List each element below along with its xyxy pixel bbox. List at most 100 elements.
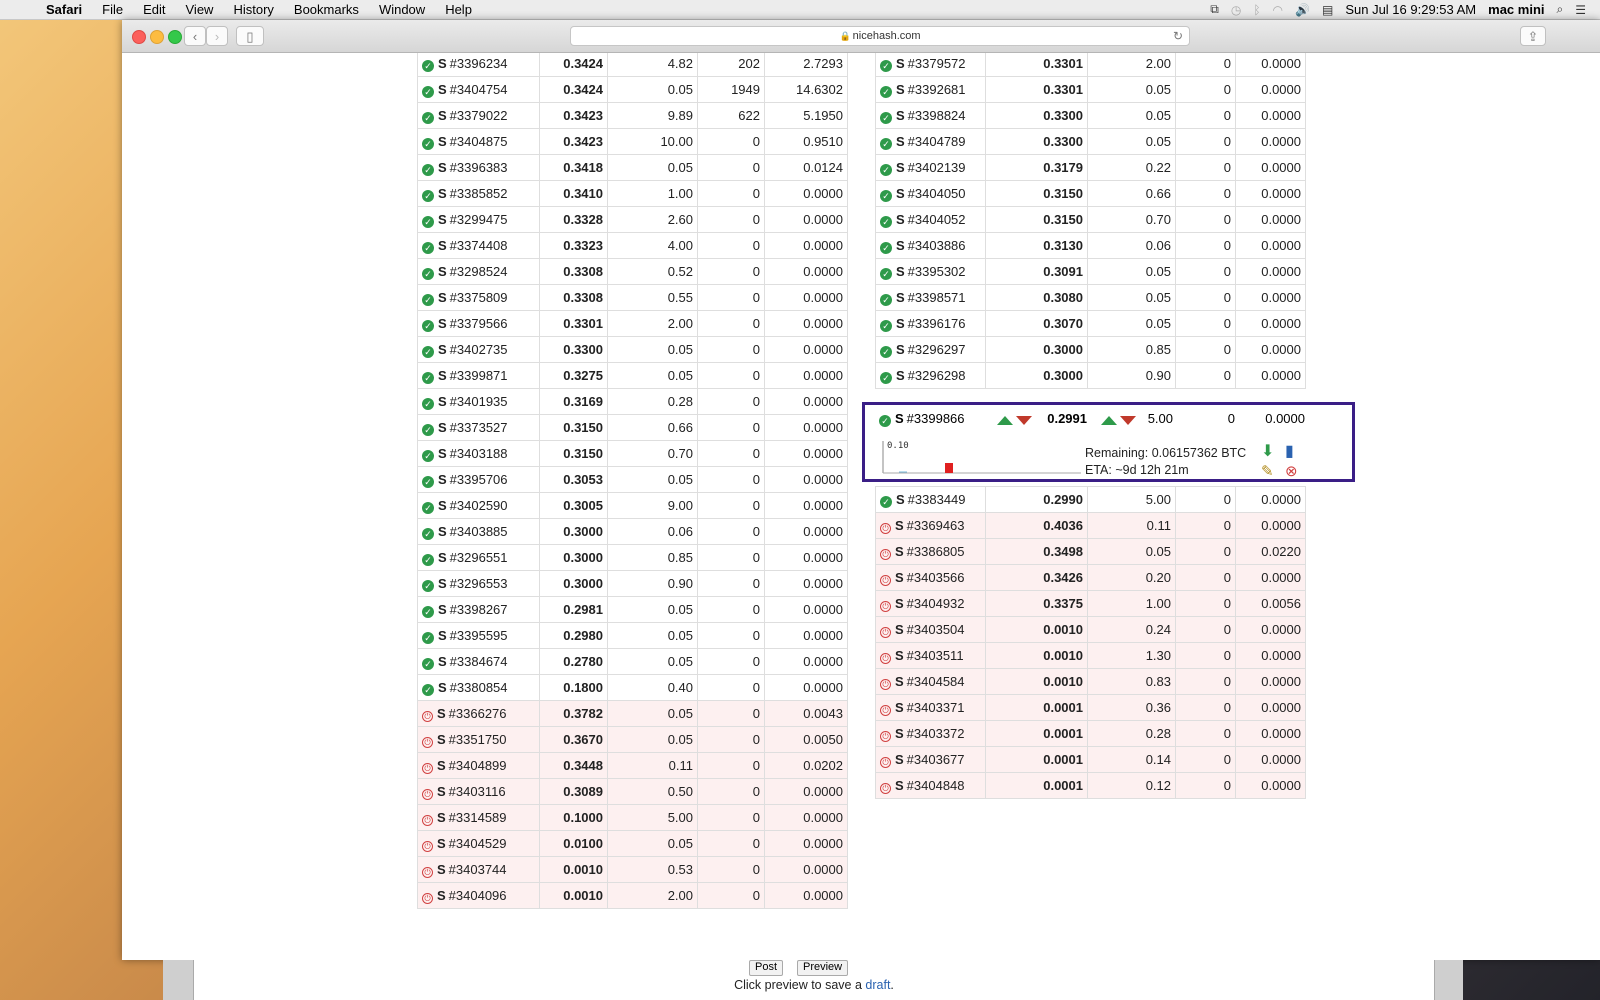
clock[interactable]: Sun Jul 16 9:29:53 AM [1345,2,1476,17]
order-id-cell[interactable]: ⏻ S #3404899 [417,752,540,779]
order-id-cell[interactable]: ✓ S #3404875 [417,128,540,155]
order-row[interactable]: ✓ S #3395595 0.2980 0.05 0 0.0000 [417,622,848,649]
edit-icon[interactable]: ✎ [1261,462,1274,480]
menu-edit[interactable]: Edit [143,2,165,17]
display-icon[interactable]: ⧉ [1210,2,1219,17]
order-id-cell[interactable]: ✓ S #3396234 [417,53,540,77]
order-id-cell[interactable]: ✓ S #3383449 [875,486,986,513]
order-row[interactable]: ✓ S #3402590 0.3005 9.00 0 0.0000 [417,492,848,519]
order-id-cell[interactable]: ✓ S #3395595 [417,622,540,649]
order-row[interactable]: ⏻ S #3404848 0.0001 0.12 0 0.0000 [875,772,1306,799]
order-row[interactable]: ⏻ S #3314589 0.1000 5.00 0 0.0000 [417,804,848,831]
order-row[interactable]: ✓ S #3296297 0.3000 0.85 0 0.0000 [875,336,1306,363]
order-row[interactable]: ⏻ S #3386805 0.3498 0.05 0 0.0220 [875,538,1306,565]
limit-down-icon[interactable] [1120,416,1136,426]
sidebar-button[interactable]: ▯ [236,26,264,46]
price-down-icon[interactable] [1016,416,1032,426]
order-id-cell[interactable]: ⏻ S #3366276 [417,700,540,727]
download-icon[interactable]: ⬇ [1261,441,1274,461]
time-machine-icon[interactable]: ◷ [1231,3,1241,17]
order-row[interactable]: ✓ S #3398824 0.3300 0.05 0 0.0000 [875,102,1306,129]
order-id-cell[interactable]: ⏻ S #3403744 [417,856,540,883]
menu-history[interactable]: History [233,2,273,17]
order-row[interactable]: ⏻ S #3403744 0.0010 0.53 0 0.0000 [417,856,848,883]
order-row[interactable]: ✓ S #3396234 0.3424 4.82 202 2.7293 [417,53,848,77]
order-id-cell[interactable]: ✓ S #3395706 [417,466,540,493]
order-id-cell[interactable]: ✓ S #3403885 [417,518,540,545]
order-row[interactable]: ⏻ S #3403116 0.3089 0.50 0 0.0000 [417,778,848,805]
order-row[interactable]: ✓ S #3379566 0.3301 2.00 0 0.0000 [417,310,848,337]
order-id-cell[interactable]: ✓ S #3296298 [875,362,986,389]
order-id-cell[interactable]: ✓ S #3380854 [417,674,540,701]
menu-file[interactable]: File [102,2,123,17]
order-id-cell[interactable]: ✓ S #3385852 [417,180,540,207]
order-id-cell[interactable]: ✓ S #3392681 [875,76,986,103]
order-row[interactable]: ✓ S #3404875 0.3423 10.00 0 0.9510 [417,128,848,155]
order-row[interactable]: ✓ S #3375809 0.3308 0.55 0 0.0000 [417,284,848,311]
price-up-icon[interactable] [997,416,1013,426]
order-row[interactable]: ⏻ S #3403371 0.0001 0.36 0 0.0000 [875,694,1306,721]
order-row[interactable]: ⏻ S #3404932 0.3375 1.00 0 0.0056 [875,590,1306,617]
order-id-cell[interactable]: ⏻ S #3314589 [417,804,540,831]
bluetooth-icon[interactable]: ᛒ [1253,3,1260,17]
menu-bookmarks[interactable]: Bookmarks [294,2,359,17]
order-id-cell[interactable]: ✓ S #3296551 [417,544,540,571]
order-row[interactable]: ⏻ S #3404899 0.3448 0.11 0 0.0202 [417,752,848,779]
order-row[interactable]: ✓ S #3404789 0.3300 0.05 0 0.0000 [875,128,1306,155]
order-id-cell[interactable]: ✓ S #3298524 [417,258,540,285]
order-id-cell[interactable]: ⏻ S #3404584 [875,668,986,695]
order-row[interactable]: ✓ S #3296298 0.3000 0.90 0 0.0000 [875,362,1306,389]
preview-button[interactable]: Preview [797,960,849,976]
order-id-cell[interactable]: ✓ S #3379572 [875,53,986,77]
order-row[interactable]: ✓ S #3398571 0.3080 0.05 0 0.0000 [875,284,1306,311]
order-id-cell[interactable]: ✓ S #3373527 [417,414,540,441]
back-button[interactable]: ‹ [184,26,206,46]
order-row[interactable]: ✓ S #3379022 0.3423 9.89 622 5.1950 [417,102,848,129]
order-row[interactable]: ✓ S #3385852 0.3410 1.00 0 0.0000 [417,180,848,207]
limit-up-icon[interactable] [1101,416,1117,426]
input-source-icon[interactable]: ▤ [1322,3,1333,17]
order-id-cell[interactable]: ✓ S #3299475 [417,206,540,233]
order-row[interactable]: ✓ S #3404050 0.3150 0.66 0 0.0000 [875,180,1306,207]
order-id-cell[interactable]: ⏻ S #3386805 [875,538,986,565]
order-row[interactable]: ✓ S #3403188 0.3150 0.70 0 0.0000 [417,440,848,467]
wifi-icon[interactable]: ◠ [1273,3,1283,17]
order-id-cell[interactable]: ✓ S #3402590 [417,492,540,519]
order-row[interactable]: ✓ S #3404754 0.3424 0.05 1949 14.6302 [417,76,848,103]
order-id-cell[interactable]: ⏻ S #3404932 [875,590,986,617]
order-id-cell[interactable]: ✓ S #3404754 [417,76,540,103]
menu-view[interactable]: View [186,2,214,17]
order-row[interactable]: ✓ S #3402735 0.3300 0.05 0 0.0000 [417,336,848,363]
close-window-button[interactable] [132,30,146,44]
order-id-cell[interactable]: ✓ S #3296553 [417,570,540,597]
post-button[interactable]: Post [749,960,784,976]
order-row[interactable]: ✓ S #3296551 0.3000 0.85 0 0.0000 [417,544,848,571]
order-id-cell[interactable]: ✓ S #3384674 [417,648,540,675]
order-id-cell[interactable]: ✓ S #3404050 [875,180,986,207]
order-id-cell[interactable]: ✓ S #3379566 [417,310,540,337]
menu-app-name[interactable]: Safari [46,2,82,17]
order-id-cell[interactable]: ✓ S #3398824 [875,102,986,129]
order-id-cell[interactable]: ✓ S #3404052 [875,206,986,233]
order-row[interactable]: ✓ S #3296553 0.3000 0.90 0 0.0000 [417,570,848,597]
zoom-window-button[interactable] [168,30,182,44]
order-row[interactable]: ✓ S #3380854 0.1800 0.40 0 0.0000 [417,674,848,701]
menu-window[interactable]: Window [379,2,425,17]
bar-chart-icon[interactable]: ▮ [1285,441,1294,461]
order-id-cell[interactable]: ⏻ S #3404529 [417,830,540,857]
order-id-cell[interactable]: ✓ S #3399871 [417,362,540,389]
order-id-cell[interactable]: ⏻ S #3404096 [417,882,540,909]
order-row[interactable]: ⏻ S #3404529 0.0100 0.05 0 0.0000 [417,830,848,857]
order-row[interactable]: ⏻ S #3366276 0.3782 0.05 0 0.0043 [417,700,848,727]
order-row[interactable]: ✓ S #3299475 0.3328 2.60 0 0.0000 [417,206,848,233]
share-button[interactable]: ⇪ [1520,26,1546,46]
volume-icon[interactable]: 🔊 [1295,3,1310,17]
order-id-cell[interactable]: ⏻ S #3403504 [875,616,986,643]
order-row[interactable]: ✓ S #3379572 0.3301 2.00 0 0.0000 [875,53,1306,77]
order-row[interactable]: ✓ S #3384674 0.2780 0.05 0 0.0000 [417,648,848,675]
order-id-cell[interactable]: ✓ S #3402139 [875,154,986,181]
order-row[interactable]: ⏻ S #3403511 0.0010 1.30 0 0.0000 [875,642,1306,669]
address-bar[interactable]: 🔒 nicehash.com ↻ [570,26,1190,46]
selected-order-id[interactable]: ✓ S #3399866 [879,411,965,427]
order-id-cell[interactable]: ✓ S #3403886 [875,232,986,259]
